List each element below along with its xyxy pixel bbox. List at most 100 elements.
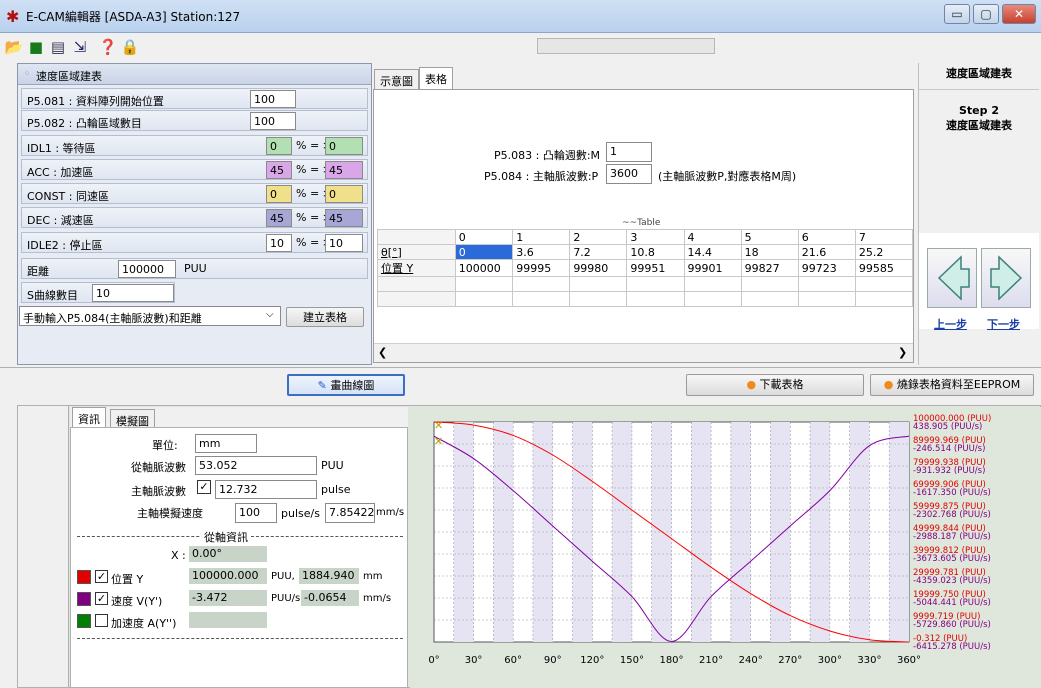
burn-eeprom-button[interactable]: ● 燒錄表格資料至EEPROM — [870, 374, 1034, 396]
x-tick-label: 0° — [428, 655, 439, 666]
zone-dec-input[interactable]: 45 — [266, 209, 292, 227]
draw-curve-button[interactable]: ✎ 畫曲線圖 — [287, 374, 405, 396]
p5083-input[interactable]: 1 — [606, 142, 652, 162]
table-panel: 示意圖 表格 P5.083 : 凸輪週數:M 1 P5.084 : 主軸脈波數:… — [373, 63, 916, 365]
minimize-button[interactable]: ▭ — [944, 4, 970, 24]
master-pulse-input[interactable]: 12.732 — [215, 480, 317, 499]
next-step-label[interactable]: 下一步 — [987, 316, 1020, 332]
slave-pulse-input[interactable]: 53.052 — [195, 456, 317, 475]
title-bar: ✱ E-CAM編輯器 [ASDA-A3] Station:127 ▭ ▢ ✕ — [0, 0, 1041, 33]
zone-acc-input[interactable]: 45 — [266, 161, 292, 179]
x-tick-label: 90° — [544, 655, 562, 666]
col-header[interactable]: 6 — [797, 229, 856, 245]
divider — [77, 638, 403, 639]
master-pulse-checkbox[interactable]: ✓ — [197, 480, 211, 494]
unit-input[interactable]: mm — [195, 434, 257, 453]
table-cell[interactable]: 18 — [740, 244, 799, 260]
table-cell[interactable]: 14.4 — [683, 244, 742, 260]
table-cell[interactable]: 99901 — [683, 259, 742, 277]
s-curve-row: S曲線數目 10 — [21, 282, 175, 303]
export-icon[interactable]: ⇲ — [70, 37, 90, 57]
acceleration-color-swatch[interactable] — [77, 614, 91, 628]
distance-input[interactable]: 100000 — [118, 260, 176, 278]
acceleration-label: 加速度 A(Y'') — [111, 617, 177, 630]
x-tick-label: 360° — [897, 655, 921, 666]
table-cell[interactable]: 100000 — [454, 259, 514, 277]
table-cell[interactable]: 99827 — [740, 259, 799, 277]
table-cell[interactable]: 25.2 — [854, 244, 914, 260]
table-cell[interactable]: 10.8 — [626, 244, 685, 260]
mode-select[interactable]: 手動輸入P5.084(主軸脈波數)和距離 ⌵ — [19, 306, 281, 326]
col-header[interactable]: 0 — [454, 229, 514, 245]
position-checkbox[interactable]: ✓ — [95, 570, 108, 583]
col-header[interactable]: 2 — [569, 229, 628, 245]
zone-const-input[interactable]: 0 — [266, 185, 292, 203]
col-header[interactable]: 5 — [740, 229, 799, 245]
right-axis-vel-label: -5729.860 (PUU/s) — [913, 620, 991, 630]
tab-diagram[interactable]: 示意圖 — [374, 69, 419, 89]
document-icon[interactable]: ▤ — [48, 37, 68, 57]
collapse-icon[interactable]: ◦ — [24, 67, 31, 80]
table-row — [377, 276, 914, 292]
col-header[interactable]: 3 — [626, 229, 685, 245]
velocity-checkbox[interactable]: ✓ — [95, 592, 108, 605]
download-icon: ● — [746, 378, 757, 391]
scroll-right-icon[interactable]: ❯ — [898, 346, 907, 359]
table-cell[interactable]: 0 — [454, 244, 514, 260]
step-panel-title: 速度區域建表 — [946, 67, 1012, 80]
acceleration-checkbox[interactable] — [95, 614, 108, 627]
velocity-color-swatch[interactable] — [77, 592, 91, 606]
sim-speed-unit: pulse/s — [281, 507, 320, 520]
table-cell[interactable]: 99980 — [569, 259, 628, 277]
open-folder-icon[interactable]: 📂 — [4, 37, 24, 57]
prev-step-button[interactable] — [927, 248, 977, 308]
help-icon[interactable]: ❓ — [98, 37, 118, 57]
lock-icon[interactable]: 🔒 — [120, 37, 140, 57]
table-corner — [377, 229, 456, 245]
zone-row-dec: DEC : 減速區 45 % = > 45 — [21, 207, 368, 228]
sim-speed-input[interactable]: 100 — [235, 503, 277, 523]
close-button[interactable]: ✕ — [1002, 4, 1036, 24]
s-curve-input[interactable]: 10 — [92, 284, 174, 302]
info-panel: 資訊 模擬圖 單位: mm 從軸脈波數 53.052 PUU 主軸脈波數 ✓ 1… — [70, 407, 408, 688]
zone-idl1-input[interactable]: 0 — [266, 137, 292, 155]
velocity-mm-unit: mm/s — [363, 593, 392, 604]
pen-icon: ✎ — [317, 379, 327, 392]
maximize-button[interactable]: ▢ — [973, 4, 999, 24]
cursor-marker-icon: ✕ — [434, 419, 443, 432]
next-step-button[interactable] — [981, 248, 1031, 308]
table-cell[interactable]: 99951 — [626, 259, 685, 277]
table-cell[interactable]: 21.6 — [797, 244, 856, 260]
p5081-input[interactable]: 100 — [250, 90, 296, 108]
build-table-button[interactable]: 建立表格 — [286, 307, 364, 327]
row-header: 位置 Y — [377, 259, 456, 277]
table-tab-content: P5.083 : 凸輪週數:M 1 P5.084 : 主軸脈波數:P 3 6 00 … — [373, 89, 914, 363]
tab-table[interactable]: 表格 — [419, 67, 453, 89]
right-axis-vel-label: -1617.350 (PUU/s) — [913, 488, 991, 498]
simulation-chart[interactable]: 0° 30° 60° 90° 120° 150° 180° 210° 240° 270° 300° 3… — [410, 407, 1041, 688]
table-cell[interactable]: 99995 — [512, 259, 571, 277]
table-overlay-label: ~~Table — [622, 218, 661, 228]
scroll-left-icon[interactable]: ❮ — [378, 346, 387, 359]
download-table-button[interactable]: ● 下載表格 — [686, 374, 864, 396]
tab-simulation[interactable]: 模擬圖 — [110, 409, 155, 428]
table-cell[interactable]: 99585 — [854, 259, 914, 277]
position-color-swatch[interactable] — [77, 570, 91, 584]
table-cell[interactable]: 99723 — [797, 259, 856, 277]
col-header[interactable]: 4 — [683, 229, 742, 245]
save-icon[interactable]: ■ — [26, 37, 46, 57]
horizontal-scrollbar[interactable]: ❮ ❯ — [374, 343, 913, 362]
table-row — [377, 291, 914, 307]
chevron-down-icon[interactable]: ⌵ — [266, 309, 274, 320]
table-cell[interactable]: 3.6 — [512, 244, 571, 260]
p5082-input[interactable]: 100 — [250, 112, 296, 130]
speed-zone-header: ◦ 速度區域建表 — [18, 64, 371, 85]
x-tick-label: 330° — [857, 655, 881, 666]
p5084-input[interactable]: 3600 — [606, 164, 652, 184]
table-cell[interactable]: 7.2 — [569, 244, 628, 260]
col-header[interactable]: 1 — [512, 229, 571, 245]
tab-info[interactable]: 資訊 — [72, 407, 106, 428]
prev-step-label[interactable]: 上一步 — [934, 316, 967, 332]
col-header[interactable]: 7 — [854, 229, 914, 245]
zone-idle2-input[interactable]: 10 — [266, 234, 292, 252]
